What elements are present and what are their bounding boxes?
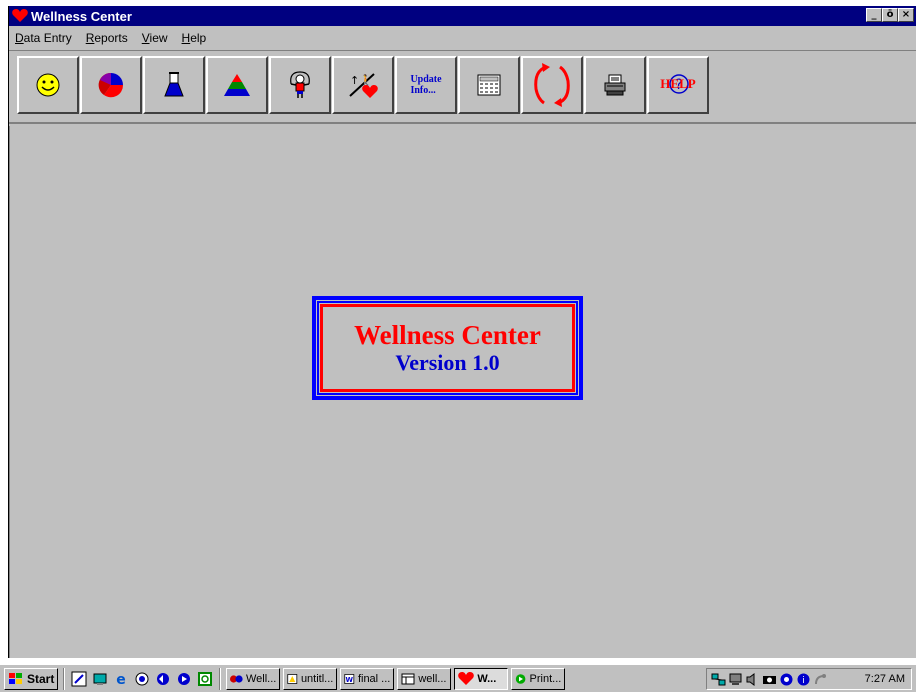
menu-view[interactable]: View	[142, 31, 168, 45]
app-window: Wellness Center _ ō × Data Entry Reports…	[8, 6, 916, 658]
maximize-button[interactable]: ō	[882, 8, 898, 22]
start-button[interactable]: Start	[4, 667, 59, 690]
lab-button[interactable]	[143, 56, 205, 114]
smiley-button[interactable]	[17, 56, 79, 114]
volume-icon[interactable]	[745, 672, 760, 687]
quicklaunch-outlook-icon[interactable]	[133, 670, 151, 688]
splash-version: Version 1.0	[395, 350, 500, 375]
task-button-word[interactable]: W final ...	[340, 667, 395, 690]
fitness-heart-icon: ↑🚶	[349, 73, 378, 98]
word-doc-icon: W	[344, 673, 355, 684]
quicklaunch-ie-icon[interactable]: e	[112, 670, 130, 688]
update-info-icon: Update Info...	[410, 74, 441, 96]
task-label: Well...	[245, 672, 277, 685]
computer-icon[interactable]	[728, 672, 743, 687]
task-label: Print...	[529, 672, 562, 685]
menu-bar: Data Entry Reports View Help	[9, 28, 916, 48]
camera-icon[interactable]	[762, 672, 777, 687]
splash-title: Wellness Center	[354, 320, 541, 350]
flask-icon	[164, 72, 184, 97]
system-tray: i 7:27 AM	[706, 668, 912, 690]
quicklaunch-media-icon[interactable]	[154, 670, 172, 688]
title-bar[interactable]: Wellness Center _ ō ×	[9, 6, 916, 26]
clock[interactable]: 7:27 AM	[865, 673, 905, 685]
refresh-button[interactable]	[521, 56, 583, 114]
task-label: final ...	[357, 672, 391, 685]
start-label: Start	[27, 671, 55, 686]
heart-icon[interactable]	[11, 7, 29, 25]
pie-chart-icon	[98, 72, 124, 98]
butterfly-icon	[230, 674, 243, 683]
taskbar: Start e Well... untitl... W final ... we…	[0, 664, 916, 692]
print-button[interactable]	[584, 56, 646, 114]
minimize-button[interactable]: _	[866, 8, 882, 22]
print-queue-icon	[516, 673, 526, 684]
network-icon[interactable]	[711, 672, 726, 687]
refresh-arrows-icon	[534, 63, 570, 107]
update-info-label-2: Info...	[410, 85, 436, 96]
smiley-icon	[36, 73, 60, 97]
window-title: Wellness Center	[31, 8, 132, 24]
heart-icon	[458, 671, 475, 685]
quicklaunch-desktop-icon[interactable]	[91, 670, 109, 688]
paint-icon	[287, 673, 298, 684]
taskbar-separator	[219, 667, 222, 690]
update-info-label-1: Update	[410, 74, 442, 85]
svg-text:HELP: HELP	[660, 76, 695, 91]
jump-rope-person-icon	[290, 71, 310, 98]
food-pyramid-button[interactable]	[206, 56, 268, 114]
quicklaunch-green-icon[interactable]	[196, 670, 214, 688]
svg-text:e: e	[117, 672, 127, 687]
menu-help[interactable]: Help	[182, 31, 207, 45]
info-icon[interactable]: i	[796, 672, 811, 687]
toolbar: ↑🚶 Update Info... ? HELP	[9, 50, 916, 124]
close-button[interactable]: ×	[898, 8, 914, 22]
windows-logo-icon	[9, 672, 22, 684]
splash-box: Wellness Center Version 1.0	[312, 296, 583, 400]
update-info-button[interactable]: Update Info...	[395, 56, 457, 114]
svg-text:↑🚶: ↑🚶	[350, 74, 373, 87]
calculator-icon	[477, 74, 501, 96]
antivirus-icon[interactable]	[779, 672, 794, 687]
task-button-wellness[interactable]: Well...	[226, 667, 281, 690]
calculator-button[interactable]	[458, 56, 520, 114]
satellite-icon[interactable]	[813, 672, 828, 687]
pie-chart-button[interactable]	[80, 56, 142, 114]
quicklaunch-player-icon[interactable]	[175, 670, 193, 688]
help-button[interactable]: ? HELP	[647, 56, 709, 114]
menu-data-entry[interactable]: Data Entry	[15, 31, 72, 45]
task-label: well...	[418, 672, 447, 685]
task-label: untitl...	[300, 672, 334, 685]
task-button-print[interactable]: Print...	[511, 667, 566, 690]
workspace: Wellness Center Version 1.0	[9, 126, 916, 658]
exercise-button[interactable]	[269, 56, 331, 114]
food-pyramid-icon	[224, 74, 250, 96]
access-db-icon	[401, 673, 415, 684]
quicklaunch-pencil-icon[interactable]	[70, 670, 88, 688]
task-button-paint[interactable]: untitl...	[283, 667, 338, 690]
splash-frame: Wellness Center Version 1.0	[317, 301, 578, 395]
fitness-button[interactable]: ↑🚶	[332, 56, 394, 114]
menu-reports[interactable]: Reports	[86, 31, 128, 45]
task-button-wellness-app[interactable]: W...	[454, 667, 509, 690]
task-label: W...	[477, 672, 497, 685]
taskbar-separator	[63, 667, 66, 690]
svg-text:i: i	[802, 676, 805, 686]
svg-text:W: W	[346, 676, 354, 684]
task-button-access[interactable]: well...	[397, 667, 452, 690]
help-icon: ? HELP	[660, 74, 696, 94]
printer-icon	[604, 74, 626, 96]
